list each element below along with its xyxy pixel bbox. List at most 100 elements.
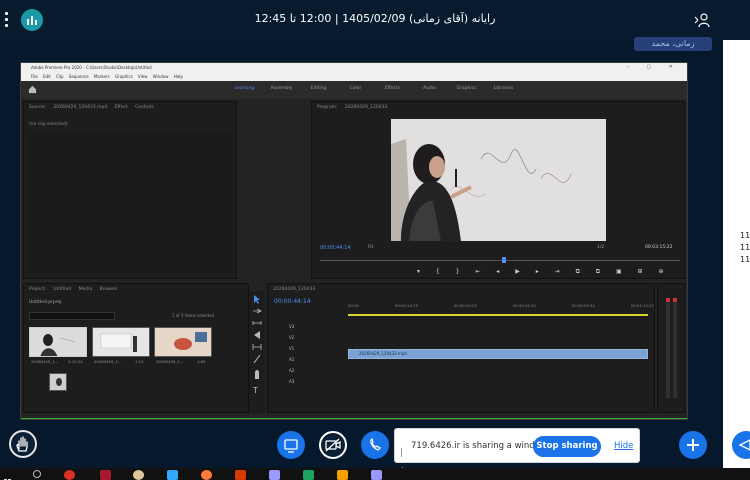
workspace-color[interactable]: Color bbox=[337, 86, 374, 91]
taskbar-app-green-icon[interactable] bbox=[303, 470, 314, 480]
project-thumb-2[interactable] bbox=[92, 327, 150, 357]
plus-icon bbox=[687, 439, 699, 451]
side-number: 11 bbox=[740, 243, 750, 252]
taskbar-chrome-icon[interactable] bbox=[64, 470, 75, 480]
shared-screen: Adobe Premiere Pro 2020 - C:\Users\Studi… bbox=[20, 62, 688, 420]
ruler-tick: 00:00:44:22 bbox=[512, 303, 536, 308]
meter-left bbox=[666, 298, 670, 398]
start-icon[interactable] bbox=[4, 471, 11, 480]
effect-message: (no clip selected) bbox=[29, 122, 68, 127]
track-v1[interactable]: V1 bbox=[273, 346, 345, 357]
timeline-panel: 20260429_120433 00:00:44:14 00:00 00:00:… bbox=[267, 283, 655, 413]
screen-share-button[interactable] bbox=[277, 431, 305, 459]
workspace-graphics[interactable]: Graphics bbox=[448, 86, 485, 91]
send-button[interactable] bbox=[732, 431, 750, 459]
hide-link[interactable]: Hide bbox=[614, 441, 633, 451]
project-tabs[interactable]: Project: Untitled Media Browser bbox=[24, 284, 248, 296]
program-video-frame bbox=[391, 119, 606, 241]
user-icon[interactable] bbox=[693, 11, 711, 29]
audio-meters bbox=[657, 283, 685, 413]
program-tab[interactable]: Program: 20260429_120433 bbox=[312, 102, 684, 114]
timeline-ruler[interactable]: 00:00 00:00:14:23 00:00:29:23 00:00:44:2… bbox=[348, 303, 654, 311]
ruler-tick: 00:01:14:22 bbox=[630, 303, 654, 308]
taskbar-photoshop-icon[interactable] bbox=[167, 470, 178, 480]
video-toggle-button[interactable] bbox=[319, 431, 347, 459]
thumb-3-name: 20260429_1... bbox=[156, 359, 184, 364]
track-a2[interactable]: A2 bbox=[273, 368, 345, 379]
phone-icon bbox=[370, 437, 381, 451]
meter-peak-right bbox=[673, 298, 677, 302]
thumb-2-name: 20260429_1... bbox=[94, 359, 122, 364]
os-taskbar bbox=[0, 468, 750, 480]
ruler-tick: 00:00:29:23 bbox=[453, 303, 477, 308]
video-still bbox=[391, 119, 606, 241]
tools-icons[interactable]: T bbox=[249, 291, 265, 411]
workspace-libraries[interactable]: Libraries bbox=[485, 86, 522, 91]
timeline-clip[interactable]: 20260429_120433.mp4 bbox=[348, 349, 648, 359]
window-controls[interactable]: – ▢ ✕ bbox=[626, 63, 681, 72]
track-a1[interactable]: A1 bbox=[273, 357, 345, 368]
screen-share-icon bbox=[284, 439, 298, 453]
sequence-tab[interactable]: 20260429_120433 bbox=[268, 284, 654, 296]
ruler-tick: 00:00:14:23 bbox=[394, 303, 418, 308]
fit-select[interactable]: Fit bbox=[368, 245, 373, 250]
premiere-titlebar: Adobe Premiere Pro 2020 - C:\Users\Studi… bbox=[21, 63, 687, 72]
taskbar-app-icon[interactable] bbox=[133, 470, 144, 480]
track-a3[interactable]: A3 bbox=[273, 379, 345, 390]
drag-handle-icon[interactable] bbox=[401, 442, 404, 476]
sharing-message: 719.6426.ir is sharing a window. bbox=[411, 441, 549, 451]
program-timecode: 00:00:44:14 bbox=[320, 245, 351, 251]
transport-controls[interactable]: ▾ { } ⇤ ◂ ▶ ▸ ⇥ ⧉ ⧉ ▣ ⊞ ⊕ bbox=[417, 268, 671, 276]
taskbar-firefox-icon[interactable] bbox=[201, 470, 212, 480]
workspace-audio[interactable]: Audio bbox=[411, 86, 448, 91]
project-search-input[interactable] bbox=[29, 312, 115, 320]
effect-area bbox=[28, 132, 232, 272]
video-off-icon bbox=[325, 438, 341, 452]
meeting-title: رایانه (آقای زمانی) 1405/02/09 | 12:00 ت… bbox=[254, 12, 496, 25]
workspace-learning[interactable]: Learning bbox=[226, 86, 263, 91]
project-thumb-4[interactable] bbox=[49, 373, 67, 391]
quality-select[interactable]: 1/2 bbox=[597, 245, 604, 250]
workspace-effects[interactable]: Effects bbox=[374, 86, 411, 91]
stop-sharing-button[interactable]: Stop sharing bbox=[533, 436, 601, 457]
meter-peak-left bbox=[666, 298, 670, 302]
thumb-1-duration: 3:15:22 bbox=[68, 359, 83, 364]
ruler-tick: 00:00 bbox=[348, 303, 359, 308]
home-icon[interactable] bbox=[28, 85, 37, 94]
taskbar-search-icon[interactable] bbox=[33, 470, 41, 478]
playhead-marker[interactable] bbox=[502, 257, 506, 263]
share-border bbox=[21, 418, 687, 419]
side-number: 11 bbox=[740, 231, 750, 240]
side-number: 11 bbox=[740, 255, 750, 264]
track-v3[interactable]: V3 bbox=[273, 324, 345, 335]
sequence-timecode: 00:00:44:14 bbox=[274, 298, 311, 305]
playhead-scrubber[interactable] bbox=[320, 260, 680, 261]
app-logo-icon bbox=[21, 9, 43, 31]
workspace-editing[interactable]: Editing bbox=[300, 86, 337, 91]
presenter-name-tag: زمانی، محمد bbox=[634, 37, 712, 51]
taskbar-app-orange-icon[interactable] bbox=[337, 470, 348, 480]
taskbar-premiere-icon[interactable] bbox=[269, 470, 280, 480]
thumb-2-duration: 1:13 bbox=[135, 359, 144, 364]
project-thumb-1[interactable] bbox=[29, 327, 87, 357]
meter-right bbox=[673, 298, 677, 398]
sharing-notification-bar: 719.6426.ir is sharing a window. Stop sh… bbox=[394, 428, 640, 476]
add-button[interactable] bbox=[679, 431, 707, 459]
menu-kebab-icon[interactable] bbox=[4, 12, 10, 28]
project-item-count: 1 of 4 items selected bbox=[172, 313, 215, 318]
program-duration: 00:03:15:22 bbox=[645, 245, 673, 250]
taskbar-powerpoint-icon[interactable] bbox=[235, 470, 246, 480]
track-v2[interactable]: V2 bbox=[273, 335, 345, 346]
raise-hand-button[interactable] bbox=[9, 430, 37, 458]
workspace-assembly[interactable]: Assembly bbox=[263, 86, 300, 91]
taskbar-app-red-icon[interactable] bbox=[100, 470, 111, 480]
work-area-bar[interactable] bbox=[348, 314, 648, 316]
project-thumb-3[interactable] bbox=[154, 327, 212, 357]
track-headers: V3 V2 V1 A1 A2 A3 bbox=[273, 324, 345, 404]
effect-controls-tabs[interactable]: Source: 20260429_120433.mp4 Effect Contr… bbox=[24, 102, 236, 114]
premiere-menubar[interactable]: File Edit Clip Sequence Markers Graphics… bbox=[21, 72, 687, 81]
audio-call-button[interactable] bbox=[361, 431, 389, 459]
svg-text:T: T bbox=[252, 386, 258, 395]
taskbar-premiere-2-icon[interactable] bbox=[371, 470, 382, 480]
workspace-bar: Learning Assembly Editing Color Effects … bbox=[21, 81, 687, 99]
